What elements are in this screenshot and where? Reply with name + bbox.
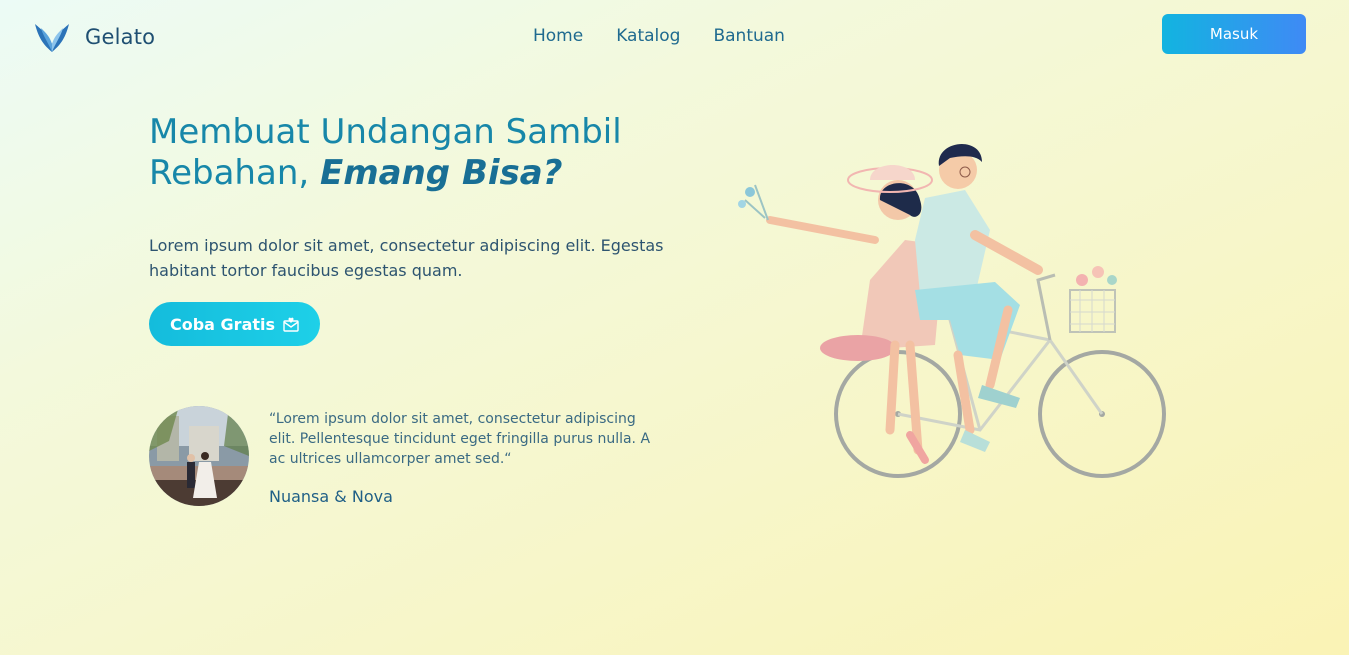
login-button[interactable]: Masuk bbox=[1162, 14, 1306, 54]
try-free-button[interactable]: Coba Gratis bbox=[149, 302, 320, 346]
nav-link-bantuan[interactable]: Bantuan bbox=[713, 26, 785, 46]
wings-icon bbox=[35, 24, 69, 52]
testimonial-quote: “Lorem ipsum dolor sit amet, consectetur… bbox=[269, 411, 651, 467]
hero-title-line1: Membuat Undangan Sambil bbox=[149, 112, 622, 152]
brand-logo[interactable]: Gelato bbox=[33, 18, 155, 56]
hero-title-line2-prefix: Rebahan, bbox=[149, 153, 320, 193]
couple-on-bicycle-illustration bbox=[738, 143, 1166, 478]
envelope-heart-icon bbox=[283, 317, 299, 332]
hero-description: Lorem ipsum dolor sit amet, consectetur … bbox=[149, 236, 664, 280]
hero-title-emphasis: Emang Bisa? bbox=[319, 153, 563, 193]
hero-title: Membuat Undangan Sambil Rebahan, Emang B… bbox=[149, 112, 669, 194]
try-free-label: Coba Gratis bbox=[169, 314, 276, 334]
main-nav: Home Katalog Bantuan bbox=[533, 26, 785, 46]
nav-link-katalog[interactable]: Katalog bbox=[616, 26, 680, 46]
nav-link-home[interactable]: Home bbox=[533, 26, 583, 46]
couple-photo bbox=[149, 406, 249, 506]
brand-name: Gelato bbox=[85, 25, 156, 49]
testimonial-author: Nuansa & Nova bbox=[269, 487, 393, 506]
